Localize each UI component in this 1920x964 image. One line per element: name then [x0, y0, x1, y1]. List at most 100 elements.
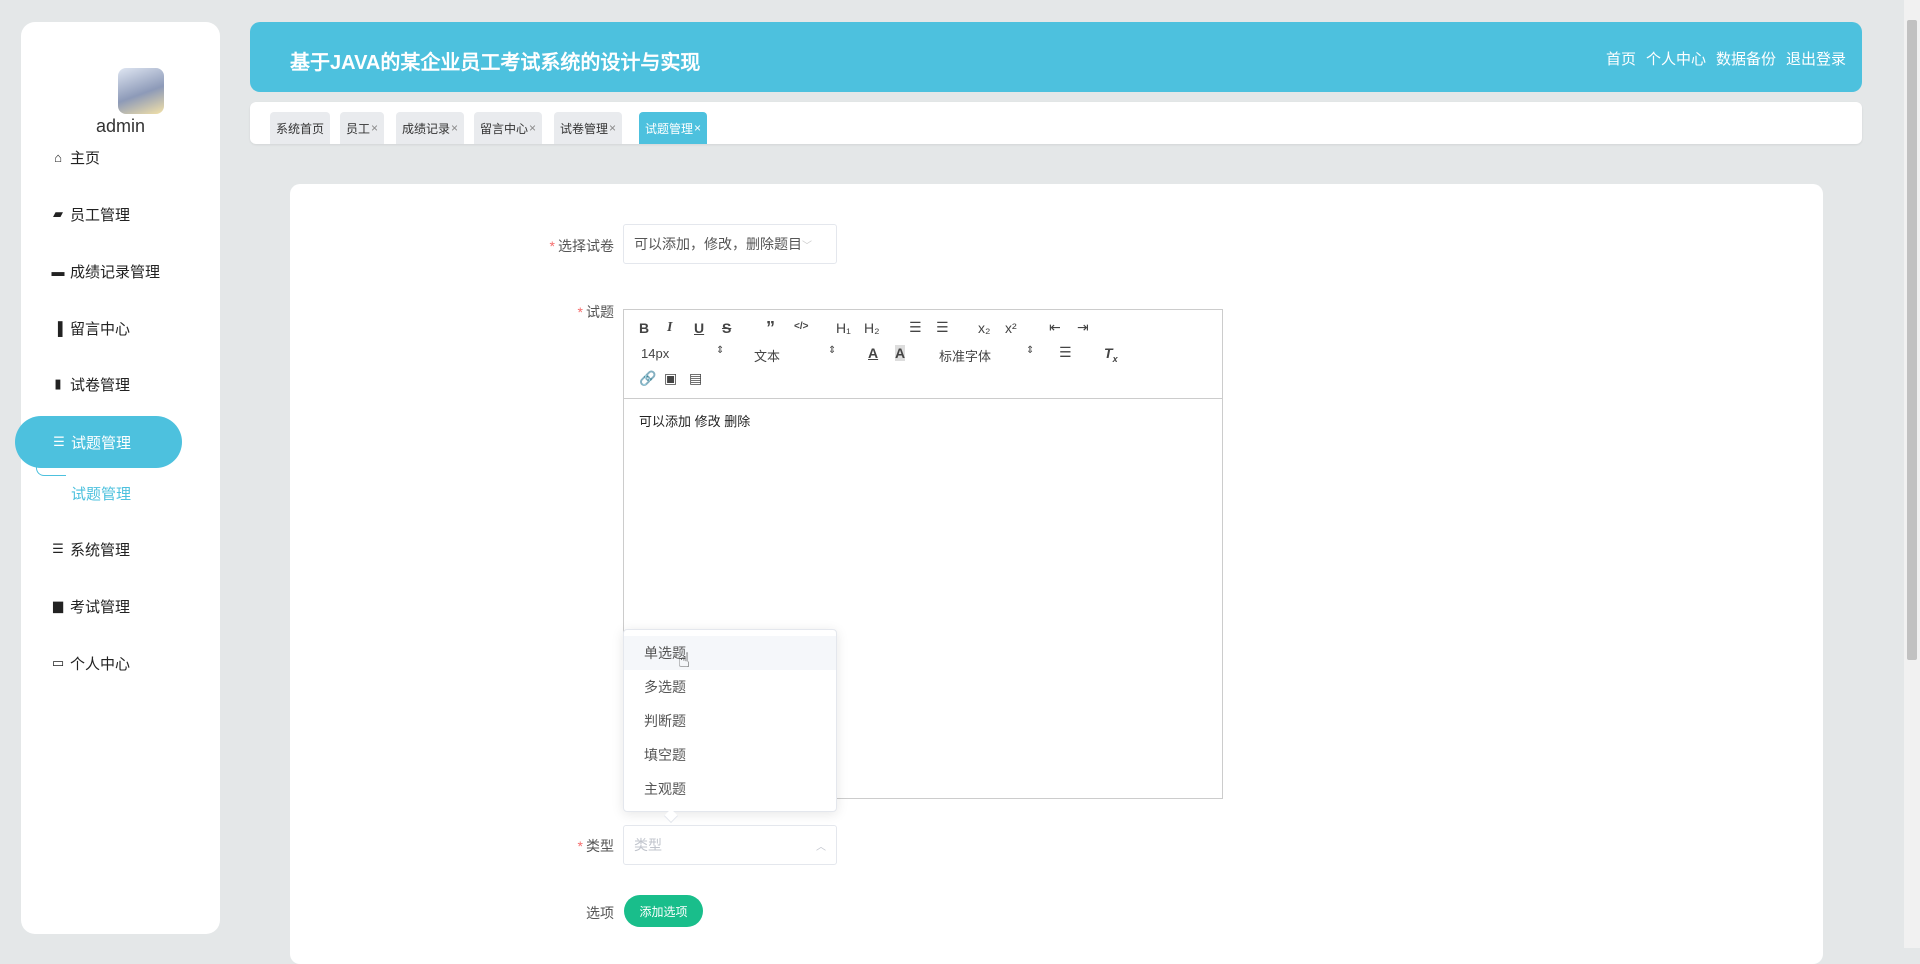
font-family-select[interactable]: 标准字体: [939, 346, 991, 365]
updown-icon: ⇕: [716, 345, 725, 356]
header: 基于JAVA的某企业员工考试系统的设计与实现 首页 个人中心 数据备份 退出登录: [250, 22, 1862, 92]
tab-label: 试卷管理: [560, 121, 609, 136]
tab-label: 成绩记录: [402, 121, 451, 136]
strike-icon[interactable]: S: [722, 320, 731, 336]
hand-cursor-icon: ☝: [678, 650, 691, 672]
nav-logout[interactable]: 退出登录: [1786, 48, 1846, 69]
chevron-down-icon: ﹀: [802, 240, 812, 252]
add-option-button[interactable]: 添加选项: [624, 895, 703, 927]
close-icon[interactable]: ×: [451, 121, 458, 135]
tab-bar: 系统首页 员工 × 成绩记录 × 留言中心 × 试卷管理 × 试题管理 ×: [250, 102, 1862, 144]
header-select[interactable]: 文本: [754, 346, 780, 365]
nav-home[interactable]: 首页: [1606, 48, 1636, 69]
italic-icon[interactable]: I: [667, 320, 672, 336]
font-size-select[interactable]: 14px: [641, 346, 669, 361]
sidebar-item-system[interactable]: ☰ 系统管理: [50, 537, 130, 561]
background-color-icon[interactable]: A: [895, 345, 906, 361]
bar-chart-icon: ▐: [53, 320, 63, 336]
tab-label: 员工: [346, 121, 371, 136]
h2-icon[interactable]: H₂: [864, 320, 880, 336]
type-select[interactable]: 类型 ︿: [623, 825, 837, 865]
close-icon[interactable]: ×: [371, 121, 378, 135]
clear-format-icon[interactable]: Tx: [1104, 345, 1118, 364]
sidebar-item-papers[interactable]: ▮ 试卷管理: [50, 372, 130, 396]
scrollbar-thumb[interactable]: [1907, 20, 1917, 660]
quote-icon[interactable]: ”: [766, 318, 775, 339]
tab-messages[interactable]: 留言中心 ×: [474, 112, 543, 144]
menu-label: 考试管理: [70, 598, 131, 616]
nav-backup[interactable]: 数据备份: [1716, 48, 1776, 69]
option-subjective[interactable]: 主观题: [624, 772, 836, 806]
avatar[interactable]: [118, 68, 164, 114]
menu-label: 系统管理: [70, 541, 131, 559]
font-color-icon[interactable]: A: [868, 345, 878, 361]
outdent-icon[interactable]: ⇤: [1049, 319, 1061, 336]
paper-label: * 选择试卷: [549, 238, 614, 254]
sidebar-item-profile[interactable]: ▭ 个人中心: [50, 651, 130, 675]
sidebar-item-employees[interactable]: ▰ 员工管理: [50, 202, 130, 226]
menu-label: 个人中心: [70, 655, 131, 673]
tab-label: 系统首页: [276, 121, 325, 136]
option-true-false[interactable]: 判断题: [624, 704, 836, 738]
image-icon[interactable]: ▣: [664, 370, 677, 387]
link-icon[interactable]: 🔗: [639, 370, 656, 387]
close-icon[interactable]: ×: [609, 121, 616, 135]
updown-icon: ⇕: [1026, 345, 1035, 356]
label-text: 试题: [586, 304, 614, 320]
sidebar-item-exams[interactable]: ▆ 考试管理: [50, 594, 130, 618]
wallet-icon: ▰: [53, 206, 63, 221]
sidebar-item-messages[interactable]: ▐ 留言中心: [50, 316, 130, 340]
paper-value: 可以添加，修改，删除题目: [634, 236, 802, 252]
option-single-choice[interactable]: 单选题: [624, 636, 836, 670]
h1-icon[interactable]: H₁: [836, 320, 851, 336]
nav-profile[interactable]: 个人中心: [1646, 48, 1706, 69]
menu-icon: ☰: [52, 541, 64, 556]
username: admin: [95, 116, 146, 136]
sidebar-item-home[interactable]: ⌂ 主页: [50, 145, 100, 169]
label-text: 选择试卷: [558, 238, 614, 254]
briefcase-icon: ▆: [53, 598, 63, 613]
menu-label: 成绩记录管理: [70, 263, 161, 281]
tab-papers[interactable]: 试卷管理 ×: [554, 112, 623, 144]
editor-content[interactable]: 可以添加 修改 删除: [624, 399, 1222, 442]
menu-label: 留言中心: [70, 320, 131, 338]
menu-label: 主页: [70, 149, 101, 167]
tab-home[interactable]: 系统首页: [270, 112, 331, 144]
option-multiple-choice[interactable]: 多选题: [624, 670, 836, 704]
home-icon: ⌂: [54, 149, 62, 165]
list-icon: ☰: [53, 434, 65, 449]
underline-icon[interactable]: U: [694, 320, 704, 336]
label-text: 类型: [586, 838, 614, 854]
video-icon[interactable]: ▤: [689, 370, 702, 387]
tab-questions[interactable]: 试题管理 ×: [639, 112, 708, 144]
books-icon: ▮: [54, 376, 62, 391]
superscript-icon[interactable]: x²: [1005, 320, 1017, 336]
tab-employees[interactable]: 员工 ×: [340, 112, 385, 144]
type-placeholder: 类型: [634, 837, 662, 853]
ordered-list-icon[interactable]: ☰: [909, 319, 922, 336]
option-fill-blank[interactable]: 填空题: [624, 738, 836, 772]
bullet-list-icon[interactable]: ☰: [936, 319, 949, 336]
tab-label: 留言中心: [480, 121, 529, 136]
tab-scores[interactable]: 成绩记录 ×: [396, 112, 465, 144]
updown-icon: ⇕: [828, 345, 837, 356]
scrollbar[interactable]: [1904, 0, 1920, 948]
bold-icon[interactable]: B: [639, 320, 649, 336]
editor-toolbar: B I U S ” </> H₁ H₂ ☰ ☰ x₂ x² ⇤ ⇥ 14px ⇕…: [624, 310, 1222, 399]
submenu-questions[interactable]: 试题管理: [71, 483, 131, 504]
close-icon[interactable]: ×: [694, 121, 701, 135]
monitor-icon: ▬: [51, 263, 65, 279]
align-icon[interactable]: ☰: [1059, 344, 1072, 361]
menu-label: 员工管理: [70, 206, 131, 224]
close-icon[interactable]: ×: [529, 121, 536, 135]
indent-icon[interactable]: ⇥: [1077, 319, 1089, 336]
chevron-up-icon: ︿: [816, 841, 826, 853]
options-label: 选项: [586, 905, 614, 921]
submenu-line: [36, 452, 66, 476]
sidebar-item-scores[interactable]: ▬ 成绩记录管理: [50, 259, 161, 283]
code-icon[interactable]: </>: [794, 321, 808, 332]
subscript-icon[interactable]: x₂: [978, 320, 990, 336]
card-icon: ▭: [51, 655, 65, 670]
menu-label: 试卷管理: [70, 376, 131, 394]
paper-select[interactable]: 可以添加，修改，删除题目 ﹀: [623, 224, 837, 264]
